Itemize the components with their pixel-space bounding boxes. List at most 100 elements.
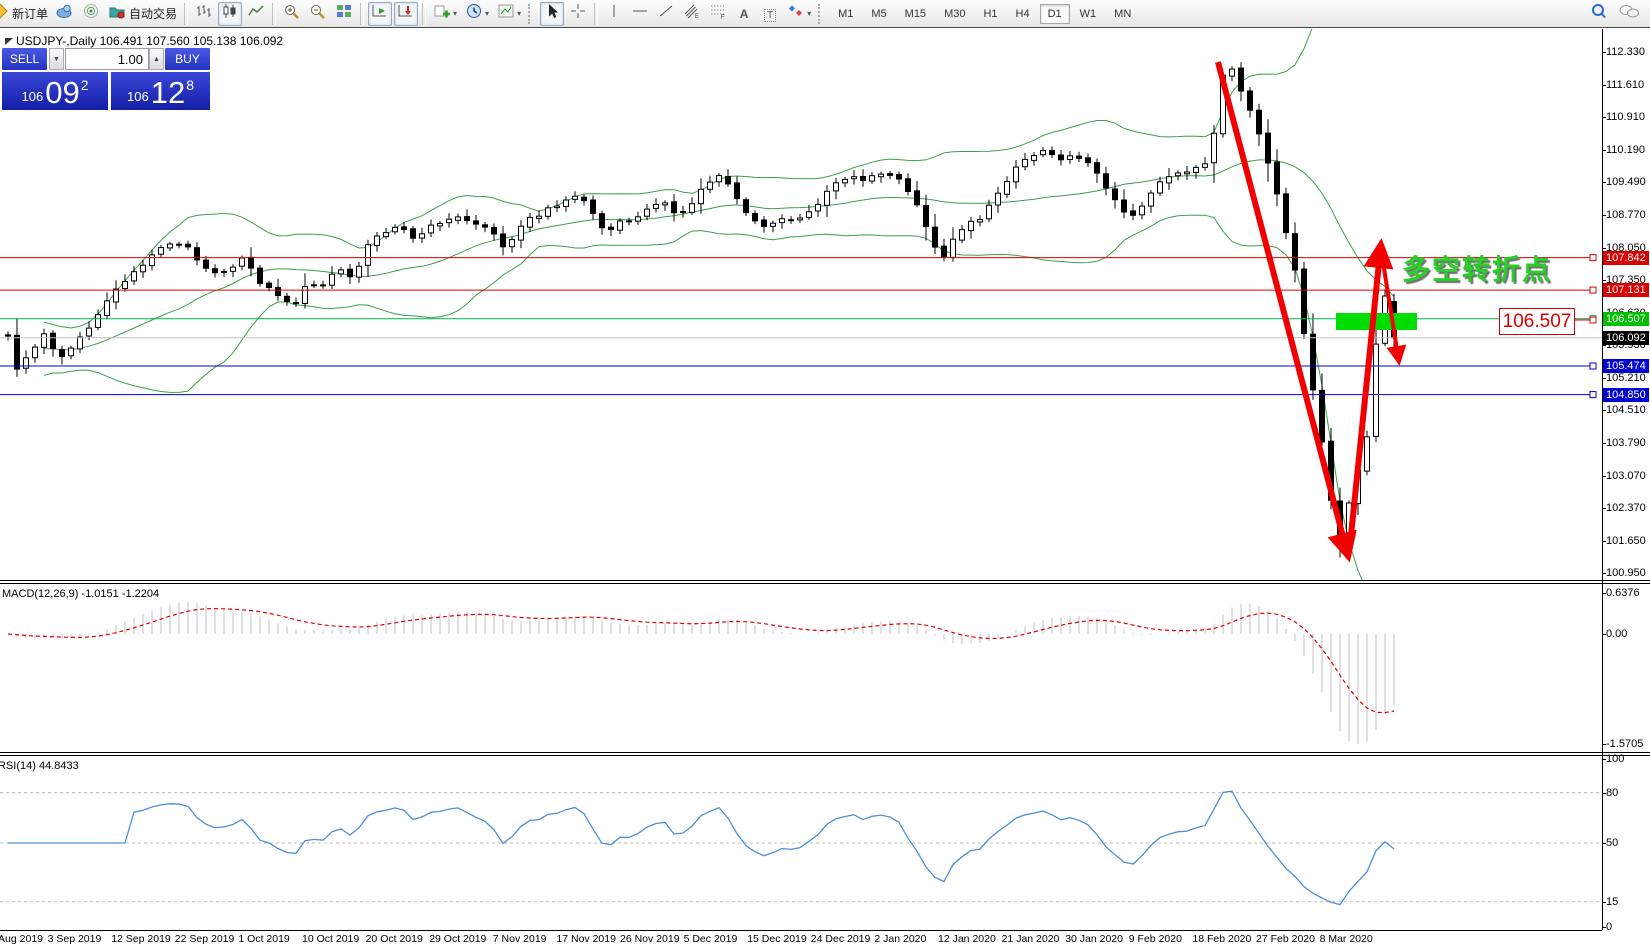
- candle-body: [834, 183, 839, 191]
- candle-body: [546, 208, 551, 217]
- indicators-button[interactable]: ▾: [430, 2, 460, 26]
- axis-tick: [1602, 215, 1606, 216]
- timeframe-D1[interactable]: D1: [1040, 4, 1070, 24]
- toolbar-grip[interactable]: [528, 4, 536, 24]
- timeframe-MN[interactable]: MN: [1106, 4, 1139, 24]
- templates-icon: [497, 3, 515, 24]
- line-chart-button[interactable]: [244, 2, 268, 26]
- sell-price-prefix: 106: [22, 89, 44, 104]
- candle-body: [1104, 174, 1109, 188]
- level-line-handle[interactable]: [1590, 287, 1596, 293]
- candle-body: [852, 177, 857, 179]
- rsi-indicator-plot[interactable]: [0, 756, 1602, 930]
- periods-button[interactable]: ▾: [462, 2, 492, 26]
- cursor-button[interactable]: [540, 2, 564, 26]
- candle-body: [150, 255, 155, 266]
- candle-body: [357, 266, 362, 277]
- candle-body: [96, 315, 101, 328]
- level-line-handle[interactable]: [1590, 392, 1596, 398]
- price-chart-plot[interactable]: [0, 29, 1602, 580]
- buy-price-big: 12: [151, 79, 185, 107]
- date-axis[interactable]: 25 Aug 20193 Sep 201912 Sep 201922 Sep 2…: [0, 933, 1650, 951]
- candle-body: [672, 202, 677, 213]
- text-label-button[interactable]: T: [758, 2, 782, 26]
- auto-scroll-button[interactable]: [368, 2, 392, 26]
- candle-body: [132, 272, 137, 281]
- equidistant-channel-button[interactable]: E: [680, 2, 704, 26]
- chart-shift-button[interactable]: [394, 2, 418, 26]
- candle-body: [393, 227, 398, 231]
- volume-increase-button[interactable]: ▲: [149, 48, 164, 70]
- candle-body: [1095, 163, 1100, 173]
- price-callout-box[interactable]: 106.507: [1499, 308, 1575, 335]
- price-badge-106.092: 106.092: [1603, 331, 1649, 345]
- candle-body: [681, 212, 686, 213]
- sell-button[interactable]: SELL: [2, 48, 47, 70]
- crosshair-button[interactable]: [566, 2, 590, 26]
- bar-chart-button[interactable]: [192, 2, 216, 26]
- timeframe-M15[interactable]: M15: [897, 4, 934, 24]
- auto-trading-button[interactable]: 自动交易: [105, 2, 180, 26]
- candlestick-chart-button[interactable]: [218, 2, 242, 26]
- buy-price[interactable]: 106 12 8: [111, 72, 210, 110]
- axis-tick: [1602, 843, 1606, 844]
- candle-body: [753, 214, 758, 221]
- text-button[interactable]: A: [732, 2, 756, 26]
- trend-arrow-down[interactable]: [1218, 62, 1346, 548]
- candle-body: [618, 221, 623, 230]
- timeframe-M5[interactable]: M5: [863, 4, 894, 24]
- buy-button[interactable]: BUY: [165, 48, 210, 70]
- zoom-in-button[interactable]: [280, 2, 304, 26]
- search-icon[interactable]: [1590, 3, 1608, 25]
- price-badge-104.850: 104.850: [1603, 388, 1649, 402]
- candle-body: [843, 179, 848, 182]
- volume-decrease-button[interactable]: ▼: [49, 48, 64, 70]
- axis-label: 101.650: [1606, 535, 1646, 547]
- panel-splitter[interactable]: [0, 580, 1650, 584]
- callout-handle[interactable]: [1590, 317, 1596, 323]
- trendline-button[interactable]: [654, 2, 678, 26]
- candle-body: [600, 214, 605, 228]
- date-label: 3 Sep 2019: [48, 933, 102, 945]
- chat-icon[interactable]: [1618, 3, 1640, 25]
- axis-label: 0.00: [1606, 628, 1627, 640]
- axis-label: 105.210: [1606, 372, 1646, 384]
- horizontal-line-button[interactable]: [628, 2, 652, 26]
- candle-body: [1374, 344, 1379, 436]
- timeframe-M30[interactable]: M30: [936, 4, 973, 24]
- candle-body: [87, 328, 92, 336]
- axis-tick: [1602, 280, 1606, 281]
- zoom-out-button[interactable]: [306, 2, 330, 26]
- new-order-button[interactable]: 新订单: [0, 2, 51, 26]
- axis-tick: [1602, 793, 1606, 794]
- sell-price[interactable]: 106 09 2: [2, 72, 108, 110]
- toolbar-separator: [360, 3, 364, 25]
- price-badge-107.131: 107.131: [1603, 283, 1649, 297]
- candle-body: [123, 282, 128, 289]
- candle-body: [1140, 206, 1145, 215]
- tile-windows-button[interactable]: [332, 2, 356, 26]
- arrows-button[interactable]: ▾: [784, 2, 814, 26]
- candle-body: [1023, 159, 1028, 166]
- level-line-handle[interactable]: [1590, 255, 1596, 261]
- fibonacci-button[interactable]: F: [706, 2, 730, 26]
- timeframe-H1[interactable]: H1: [975, 4, 1005, 24]
- candle-body: [987, 205, 992, 219]
- level-line-handle[interactable]: [1590, 363, 1596, 369]
- candle-body: [825, 191, 830, 205]
- timeframe-H4[interactable]: H4: [1008, 4, 1038, 24]
- mql5-community-button[interactable]: [53, 2, 77, 26]
- toolbar-grip[interactable]: [818, 4, 826, 24]
- news-signals-button[interactable]: [79, 2, 103, 26]
- date-label: 1 Oct 2019: [238, 933, 289, 945]
- timeframe-W1[interactable]: W1: [1072, 4, 1105, 24]
- timeframe-M1[interactable]: M1: [830, 4, 861, 24]
- vertical-line-button[interactable]: [602, 2, 626, 26]
- turning-point-note[interactable]: 多空转折点: [1402, 248, 1552, 288]
- candle-body: [240, 258, 245, 266]
- templates-button[interactable]: ▾: [494, 2, 524, 26]
- macd-indicator-plot[interactable]: [0, 585, 1602, 752]
- date-label: 7 Nov 2019: [493, 933, 547, 945]
- price-badge-107.842: 107.842: [1603, 251, 1649, 265]
- volume-input[interactable]: [65, 48, 149, 70]
